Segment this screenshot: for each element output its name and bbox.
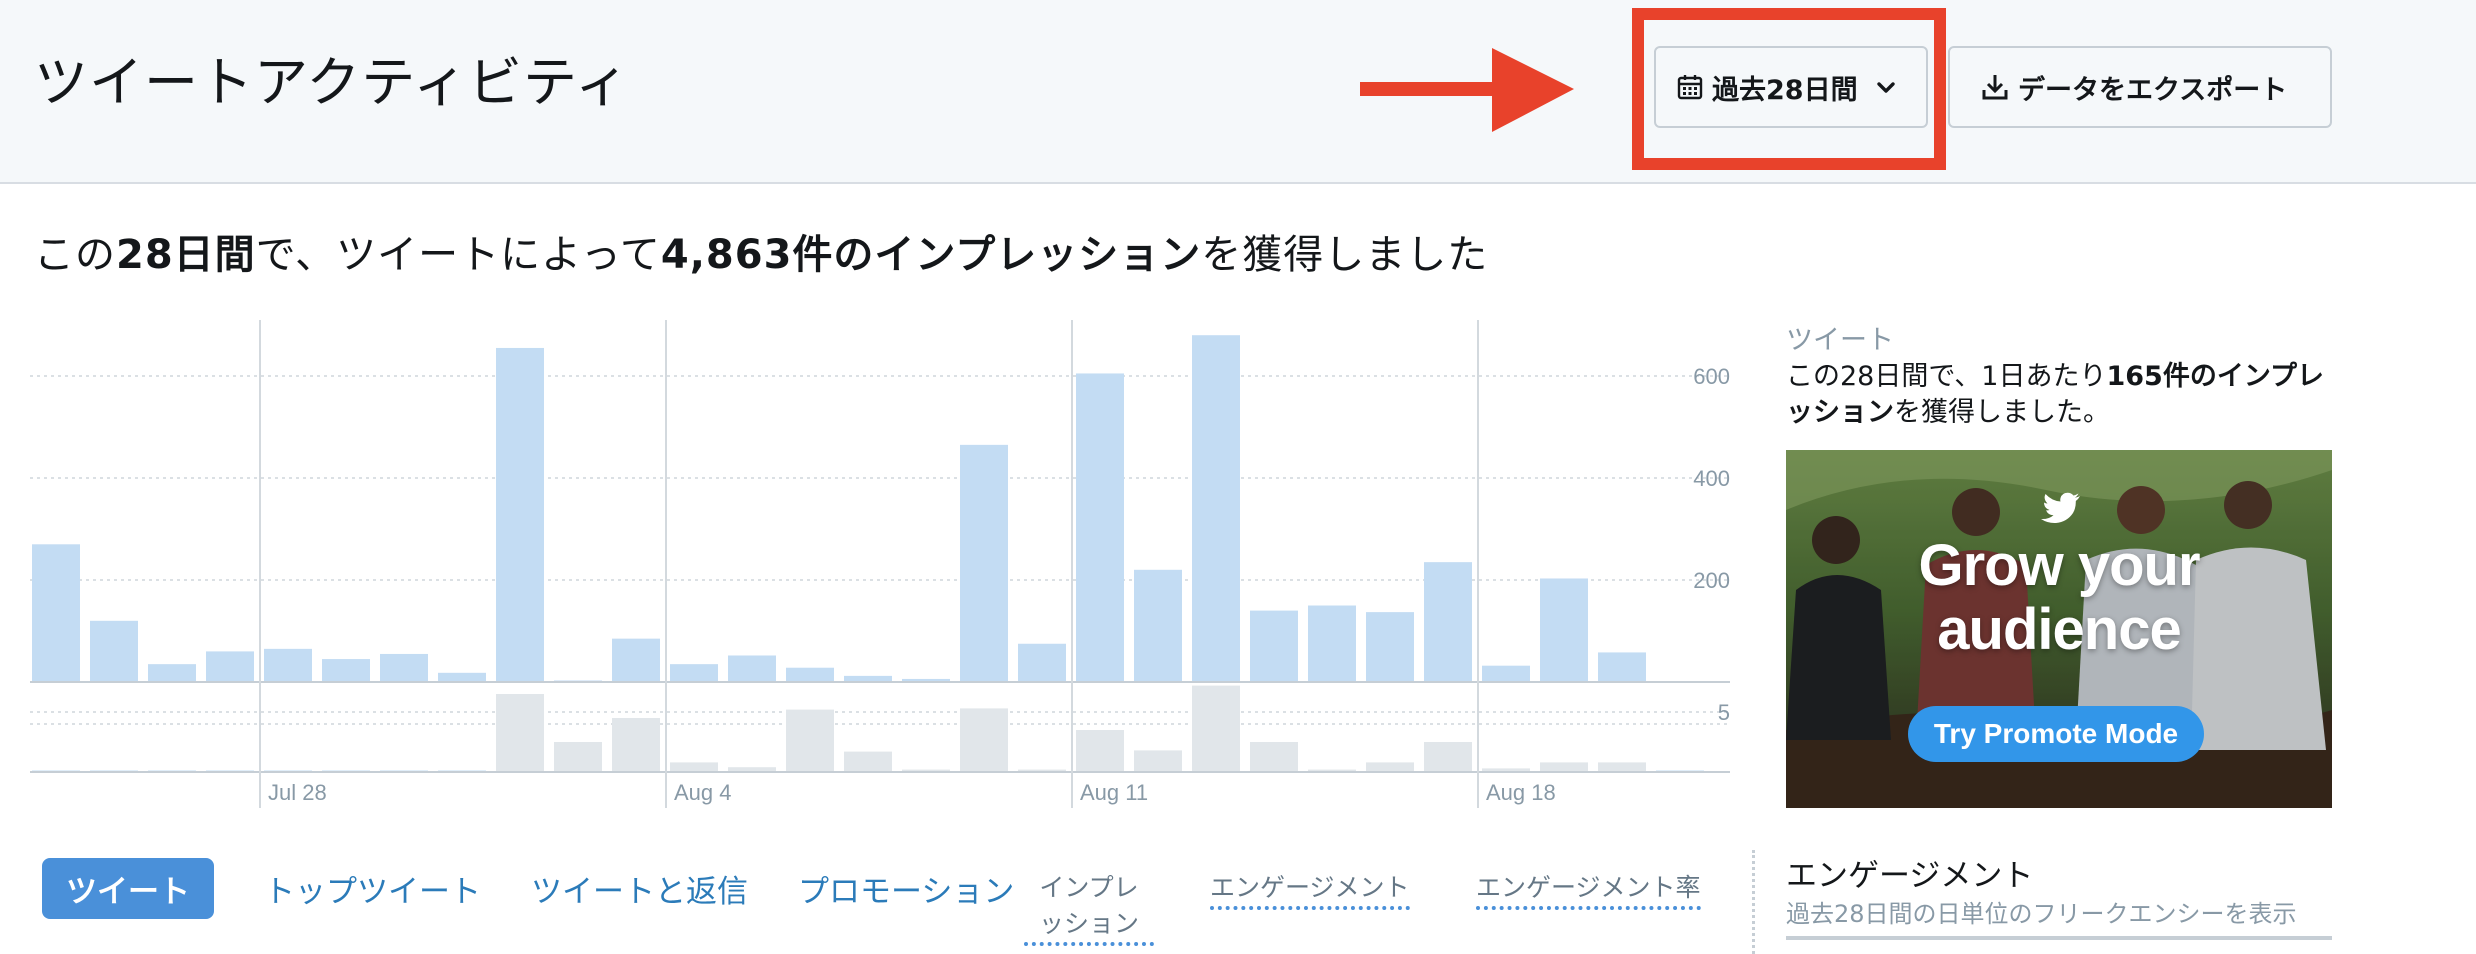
tab-tweets-and-replies[interactable]: ツイートと返信 — [531, 866, 748, 911]
summary-period: 28日間 — [116, 232, 256, 278]
metric-impressions-line2: ッション — [1024, 906, 1154, 946]
impressions-bar — [1482, 665, 1530, 682]
impressions-bar — [728, 655, 776, 682]
engagement-bar — [670, 762, 718, 772]
red-arrow-annotation — [1360, 48, 1574, 132]
tab-tweets[interactable]: ツイート — [42, 858, 214, 919]
engagement-bar — [554, 742, 602, 772]
impressions-bar — [1018, 643, 1066, 682]
promote-mode-ad[interactable]: Grow your audience Try Promote Mode — [1786, 450, 2332, 808]
impressions-bar — [612, 638, 660, 682]
side-text-suffix: を獲得しました。 — [1894, 397, 2110, 428]
metric-tab-impressions[interactable]: インプレ ッション — [1024, 870, 1154, 946]
engagement-bar — [1366, 762, 1414, 772]
impressions-bar — [148, 664, 196, 682]
engagement-y-tick: 5 — [1718, 700, 1730, 725]
impressions-bar — [1598, 652, 1646, 682]
tab-top-tweets[interactable]: トップツイート — [264, 866, 481, 911]
impressions-bar — [380, 653, 428, 682]
promo-headline-line2: audience — [1937, 597, 2181, 662]
impressions-bar — [960, 444, 1008, 682]
impressions-bar — [786, 667, 834, 682]
engagement-bar — [1076, 730, 1124, 772]
impressions-bar — [1308, 605, 1356, 682]
metric-impressions-line1: インプレ — [1039, 873, 1139, 902]
side-summary: ツイート この28日間で、1日あたり165件のインプレッションを獲得しました。 — [1786, 318, 2332, 431]
impressions-bar — [1192, 335, 1240, 682]
impressions-bar — [90, 620, 138, 682]
engagement-bar — [1424, 742, 1472, 772]
impressions-bar — [438, 672, 486, 682]
side-text-prefix: この28日間で、1日あたり — [1786, 361, 2107, 392]
download-icon — [1982, 75, 2008, 100]
engagement-title: エンゲージメント — [1786, 858, 2034, 894]
twitter-bird-icon — [2041, 492, 2080, 524]
engagement-bar — [1786, 936, 2332, 940]
impressions-y-tick: 400 — [1693, 466, 1730, 491]
impressions-bar — [496, 347, 544, 682]
page-title: ツイートアクティビティ — [34, 51, 630, 114]
export-label: データをエクスポート — [2018, 74, 2288, 106]
tweet-tabs: ツイート トップツイート ツイートと返信 プロモーション — [42, 858, 1064, 919]
side-heading: ツイート — [1786, 325, 1894, 356]
try-promote-mode-button[interactable]: Try Promote Mode — [1908, 706, 2204, 762]
impressions-bar — [1076, 373, 1124, 682]
red-highlight-annotation — [1632, 8, 1946, 170]
engagement-bar — [960, 708, 1008, 772]
impressions-chart: 200 400 600 5 Jul 28 Aug 4 Aug 11 Aug 18 — [30, 320, 1730, 808]
metric-tab-engagement-rate[interactable]: エンゲージメント率 — [1476, 870, 1701, 910]
engagement-bar — [1134, 750, 1182, 772]
impressions-bar — [1424, 562, 1472, 682]
summary-middle: で、ツイートによって — [255, 232, 661, 278]
summary-prefix: この — [34, 232, 116, 278]
export-data-button[interactable]: データをエクスポート — [1948, 46, 2332, 128]
engagement-bar — [1192, 685, 1240, 772]
metric-tab-engagements[interactable]: エンゲージメント — [1210, 870, 1410, 910]
engagement-bar — [496, 694, 544, 772]
page-header: ツイートアクティビティ 過去28日間 データをエクスポート — [0, 0, 2476, 184]
impressions-y-tick: 600 — [1693, 364, 1730, 389]
tab-promotions[interactable]: プロモーション — [798, 866, 1014, 911]
impressions-bar — [1366, 612, 1414, 682]
impressions-bar — [670, 664, 718, 682]
impressions-bar — [32, 544, 80, 682]
impressions-bar — [322, 659, 370, 682]
column-divider — [1752, 850, 1755, 954]
promo-headline-line1: Grow your — [1918, 533, 2200, 598]
impressions-bar — [1540, 578, 1588, 682]
engagement-bar — [786, 709, 834, 772]
summary-suffix: を獲得しました — [1201, 232, 1489, 278]
engagement-subtitle: 過去28日間の日単位のフリークエンシーを表示 — [1786, 900, 2297, 928]
impressions-bar — [264, 648, 312, 682]
impressions-y-tick: 200 — [1693, 568, 1730, 593]
x-tick-label: Aug 4 — [674, 780, 732, 805]
engagement-bar — [1250, 742, 1298, 772]
metric-engagements-label: エンゲージメント — [1210, 873, 1410, 910]
impressions-bar — [1134, 569, 1182, 682]
x-tick-label: Aug 18 — [1486, 780, 1556, 805]
x-tick-label: Aug 11 — [1080, 780, 1148, 805]
side-daily-text: この28日間で、1日あたり165件のインプレッションを獲得しました。 — [1786, 359, 2332, 431]
summary-count: 4,863件のインプレッション — [660, 232, 1202, 278]
engagement-bar — [844, 751, 892, 772]
impressions-bar — [1250, 610, 1298, 682]
impressions-summary: この28日間で、ツイートによって4,863件のインプレッションを獲得しました — [34, 222, 1488, 280]
engagement-bar — [1540, 762, 1588, 772]
metric-engagement-rate-label: エンゲージメント率 — [1476, 873, 1701, 910]
impressions-bar — [206, 651, 254, 682]
engagement-bar — [612, 718, 660, 772]
engagement-bar — [1598, 762, 1646, 772]
promo-headline: Grow your audience — [1786, 534, 2332, 662]
x-tick-label: Jul 28 — [268, 780, 327, 805]
